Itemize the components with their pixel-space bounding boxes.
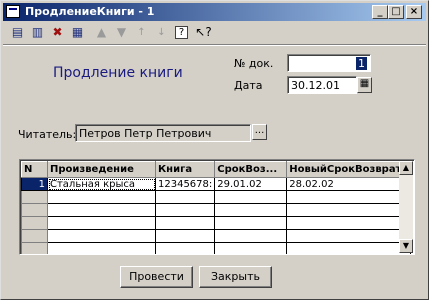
close-window-button[interactable]: × (406, 5, 422, 19)
move-up-icon[interactable]: ▲ (93, 24, 110, 41)
cell-work[interactable]: Стальная крыса (47, 177, 156, 191)
help-icon[interactable]: ? (175, 26, 188, 39)
delete-doc-icon[interactable]: ✖ (49, 24, 66, 41)
toolbar: ▤ ▥ ✖ ▦ ▲ ▼ ↑ ↓ ? ↖? (5, 23, 425, 43)
empty-row[interactable] (21, 190, 412, 204)
col-header-n[interactable]: N (21, 161, 48, 178)
document-window: ПродлениеКниги - 1 _ □ × ▤ ▥ ✖ ▦ ▲ ▼ ↑ ↓… (0, 0, 429, 300)
window-title: ПродлениеКниги - 1 (25, 5, 155, 18)
reader-select-button[interactable]: ... (252, 124, 267, 140)
col-header-work[interactable]: Произведение (47, 161, 156, 178)
reader-field[interactable]: Петров Петр Петрович (75, 124, 251, 142)
scroll-down-icon[interactable]: ▼ (399, 239, 413, 253)
whats-this-icon[interactable]: ↖? (195, 24, 212, 41)
scroll-up-icon[interactable]: ▲ (399, 161, 413, 175)
table-header-row: N Произведение Книга СрокВоз... НовыйСро… (21, 161, 412, 178)
doc-number-label: № док. (234, 57, 274, 70)
sort-desc-icon[interactable]: ↓ (153, 24, 170, 41)
table-row[interactable]: 1 Стальная крыса 12345678: 29.01.02 28.0… (21, 177, 412, 191)
new-doc-icon[interactable]: ▤ (9, 24, 26, 41)
col-header-due-date[interactable]: СрокВоз... (214, 161, 288, 178)
post-button[interactable]: Провести (120, 266, 193, 288)
date-field[interactable]: 30.12.01 (287, 76, 357, 94)
items-table: N Произведение Книга СрокВоз... НовыйСро… (19, 159, 415, 255)
empty-row[interactable] (21, 203, 412, 217)
cell-book[interactable]: 12345678: (154, 177, 216, 191)
empty-row[interactable] (21, 216, 412, 230)
document-icon (6, 5, 20, 18)
cell-due-date[interactable]: 29.01.02 (214, 177, 288, 191)
sort-asc-icon[interactable]: ↑ (133, 24, 150, 41)
maximize-button[interactable]: □ (388, 5, 404, 19)
minimize-button[interactable]: _ (372, 5, 388, 19)
reader-label: Читатель: (18, 128, 77, 141)
form-title: Продление книги (53, 65, 183, 81)
doc-number-value: 1 (356, 57, 367, 70)
edit-doc-icon[interactable]: ▦ (69, 24, 86, 41)
col-header-book[interactable]: Книга (154, 161, 216, 178)
table-vertical-scrollbar[interactable]: ▲ ▼ (399, 161, 413, 253)
empty-row[interactable] (21, 242, 412, 254)
toolbar-separator (3, 44, 426, 46)
empty-row[interactable] (21, 229, 412, 243)
calendar-icon[interactable]: ▦ (357, 77, 372, 93)
cell-n[interactable]: 1 (21, 177, 48, 191)
move-down-icon[interactable]: ▼ (113, 24, 130, 41)
cell-new-due-date[interactable]: 28.02.02 (286, 177, 412, 191)
doc-number-field[interactable]: 1 (287, 54, 371, 72)
copy-doc-icon[interactable]: ▥ (29, 24, 46, 41)
col-header-new-due-date[interactable]: НовыйСрокВозврата (286, 161, 412, 178)
date-label: Дата (234, 79, 263, 92)
title-bar[interactable]: ПродлениеКниги - 1 _ □ × (3, 3, 426, 21)
close-button[interactable]: Закрыть (199, 266, 272, 288)
